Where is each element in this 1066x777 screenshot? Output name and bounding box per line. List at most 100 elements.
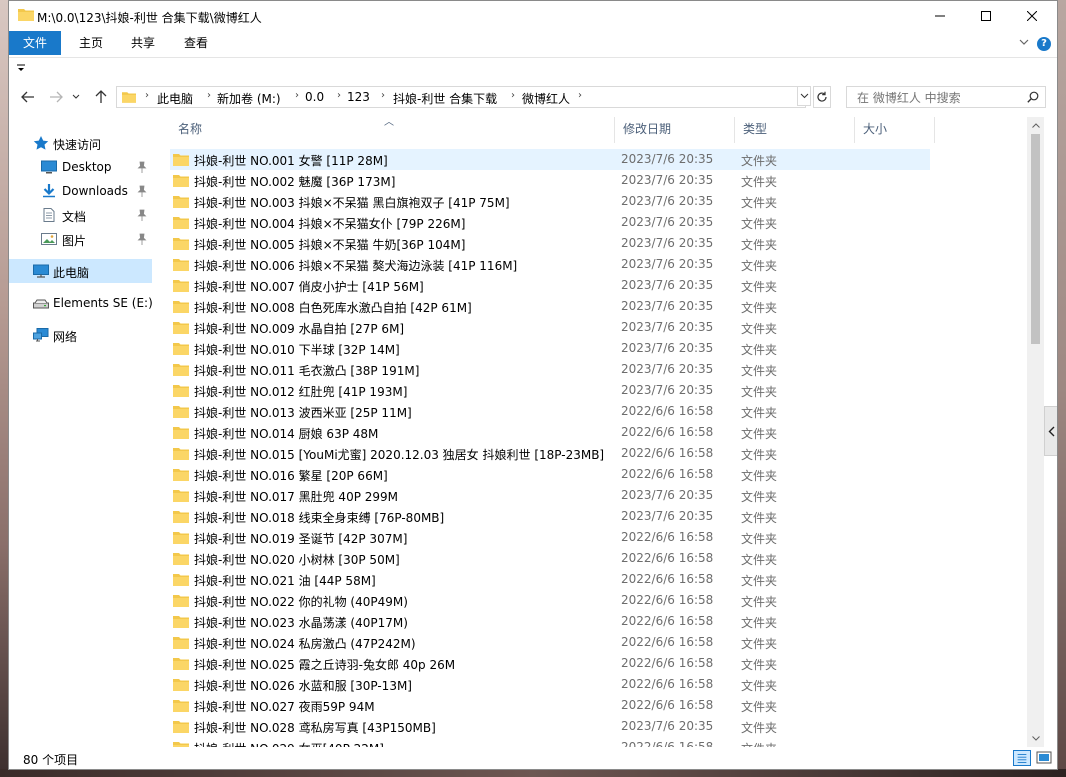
folder-icon [173,364,189,376]
table-row[interactable]: 抖娘-利世 NO.023 水晶荡漾 (40P17M) 2022/6/6 16:58… [170,611,930,632]
breadcrumb-drive[interactable]: 新加卷 (M:) [217,90,281,107]
table-row[interactable]: 抖娘-利世 NO.026 水蓝和服 [30P-13M] 2022/6/6 16:5… [170,674,930,695]
breadcrumb-folder-0-0[interactable]: 0.0 [305,90,324,104]
table-row[interactable]: 抖娘-利世 NO.021 油 [44P 58M] 2022/6/6 16:58 文件… [170,569,930,590]
tab-view[interactable]: 查看 [170,31,222,55]
table-row[interactable]: 抖娘-利世 NO.012 红肚兜 [41P 193M] 2023/7/6 20:3… [170,380,930,401]
breadcrumb-separator-icon[interactable]: › [337,90,341,101]
large-icons-view-icon[interactable] [1035,750,1053,766]
breadcrumb-folder-123[interactable]: 123 [347,90,370,104]
refresh-button[interactable] [813,86,831,108]
details-view-icon[interactable] [1013,750,1031,766]
table-row[interactable]: 抖娘-利世 NO.017 黑肚兜 40P 299M 2023/7/6 20:35 文… [170,485,930,506]
close-button[interactable] [1009,1,1055,31]
file-date: 2022/6/6 16:58 [621,467,714,481]
table-row[interactable]: 抖娘-利世 NO.002 魅魔 [36P 173M] 2023/7/6 20:35… [170,170,930,191]
title-bar[interactable]: M:\0.0\123\抖娘-利世 合集下载\微博红人 [9,1,1057,31]
tab-share[interactable]: 共享 [117,31,169,55]
sidebar-item-pictures[interactable]: 图片 [9,227,152,251]
table-row[interactable]: 抖娘-利世 NO.005 抖娘×不呆猫 牛奶[36P 104M] 2023/7/6… [170,233,930,254]
table-row[interactable]: 抖娘-利世 NO.001 女警 [11P 28M] 2023/7/6 20:35 文… [170,149,930,170]
pin-icon[interactable] [137,233,147,245]
folder-icon [173,259,189,271]
table-row[interactable]: 抖娘-利世 NO.022 你的礼物 (40P49M) 2022/6/6 16:58… [170,590,930,611]
table-row[interactable]: 抖娘-利世 NO.018 线束全身束缚 [76P-80MB] 2023/7/6 2… [170,506,930,527]
breadcrumb-this-pc[interactable]: 此电脑 [157,90,193,107]
address-dropdown-button[interactable] [797,86,811,106]
sidebar-item-this-pc[interactable]: 此电脑 [9,259,152,283]
table-row[interactable]: 抖娘-利世 NO.020 小树林 [30P 50M] 2022/6/6 16:58… [170,548,930,569]
breadcrumb-folder-collection[interactable]: 抖娘-利世 合集下载 [393,90,497,107]
table-row[interactable]: 抖娘-利世 NO.011 毛衣激凸 [38P 191M] 2023/7/6 20:… [170,359,930,380]
scrollbar-thumb[interactable] [1031,134,1040,344]
sidebar-item-quick-access[interactable]: 快速访问 [9,131,152,155]
table-row[interactable]: 抖娘-利世 NO.015 [YouMi尤蜜] 2020.12.03 独居女 抖娘… [170,443,930,464]
preview-pane-toggle[interactable] [1044,406,1057,456]
sidebar-item-elements-drive[interactable]: Elements SE (E:) [9,291,153,315]
table-row[interactable]: 抖娘-利世 NO.016 繁星 [20P 66M] 2022/6/6 16:58 文… [170,464,930,485]
pin-icon[interactable] [137,161,147,173]
table-row[interactable]: 抖娘-利世 NO.009 水晶自拍 [27P 6M] 2023/7/6 20:35… [170,317,930,338]
file-name: 抖娘-利世 NO.011 毛衣激凸 [38P 191M] [194,364,420,378]
folder-icon [173,406,189,418]
sidebar-item-downloads[interactable]: Downloads [9,179,152,203]
breadcrumb-separator-icon[interactable]: › [207,90,211,101]
help-icon[interactable]: ? [1037,37,1051,51]
pin-icon[interactable] [137,209,147,221]
back-button[interactable] [19,88,37,106]
table-row[interactable]: 抖娘-利世 NO.010 下半球 [32P 14M] 2023/7/6 20:35… [170,338,930,359]
tab-home[interactable]: 主页 [65,31,117,55]
table-row[interactable]: 抖娘-利世 NO.008 白色死库水激凸自拍 [42P 61M] 2023/7/6… [170,296,930,317]
breadcrumb-separator-icon[interactable]: › [511,90,515,101]
search-icon[interactable] [1027,91,1039,103]
file-list: ︿ 名称 修改日期 类型 大小 抖娘-利世 NO.001 女警 [11P 28M… [156,117,1026,747]
customize-toolbar-icon[interactable] [17,64,25,72]
search-box[interactable] [846,86,1046,108]
file-type: 文件夹 [741,301,778,315]
vertical-scrollbar[interactable] [1027,117,1044,747]
table-row[interactable]: 抖娘-利世 NO.029 女巫[40P 22M] 2022/6/6 16:58 文件… [170,737,930,747]
scroll-up-button[interactable] [1027,117,1044,134]
table-row[interactable]: 抖娘-利世 NO.027 夜雨59P 94M 2022/6/6 16:58 文件夹 [170,695,930,716]
scroll-down-button[interactable] [1027,730,1044,747]
sidebar-item-desktop[interactable]: Desktop [9,155,152,179]
forward-button[interactable] [47,88,65,106]
table-row[interactable]: 抖娘-利世 NO.019 圣诞节 [42P 307M] 2022/6/6 16:5… [170,527,930,548]
column-header-name[interactable]: 名称 [170,117,615,143]
desktop-wallpaper-bottom [0,769,1066,777]
table-row[interactable]: 抖娘-利世 NO.004 抖娘×不呆猫女仆 [79P 226M] 2023/7/6… [170,212,930,233]
file-date: 2022/6/6 16:58 [621,635,714,649]
folder-icon [173,532,189,544]
file-name: 抖娘-利世 NO.016 繁星 [20P 66M] [194,469,388,483]
table-row[interactable]: 抖娘-利世 NO.014 厨娘 63P 48M 2022/6/6 16:58 文件夹 [170,422,930,443]
table-row[interactable]: 抖娘-利世 NO.028 鸢私房写真 [43P150MB] 2023/7/6 20… [170,716,930,737]
tab-file[interactable]: 文件 [9,31,62,55]
breadcrumb-separator-icon[interactable]: › [578,90,582,101]
column-header-type[interactable]: 类型 [735,117,855,143]
column-header-date[interactable]: 修改日期 [615,117,735,143]
file-type: 文件夹 [741,679,778,693]
breadcrumb-separator-icon[interactable]: › [295,90,299,101]
file-type: 文件夹 [741,740,777,747]
search-input[interactable] [855,88,1029,108]
column-header-size[interactable]: 大小 [855,117,935,143]
file-name: 抖娘-利世 NO.002 魅魔 [36P 173M] [194,175,396,189]
pin-icon[interactable] [137,185,147,197]
breadcrumb-folder-current[interactable]: 微博红人 [522,90,570,107]
table-row[interactable]: 抖娘-利世 NO.003 抖娘×不呆猫 黑白旗袍双子 [41P 75M] 2023… [170,191,930,212]
address-bar[interactable]: › 此电脑 › 新加卷 (M:) › 0.0 › 123 › 抖娘-利世 合集下… [116,86,806,108]
table-row[interactable]: 抖娘-利世 NO.025 霞之丘诗羽-兔女郎 40p 26M 2022/6/6 1… [170,653,930,674]
table-row[interactable]: 抖娘-利世 NO.007 俏皮小护士 [41P 56M] 2023/7/6 20:… [170,275,930,296]
breadcrumb-separator-icon[interactable]: › [145,90,149,101]
table-row[interactable]: 抖娘-利世 NO.024 私房激凸 (47P242M) 2022/6/6 16:5… [170,632,930,653]
table-row[interactable]: 抖娘-利世 NO.006 抖娘×不呆猫 獒犬海边泳装 [41P 116M] 202… [170,254,930,275]
sidebar-item-network[interactable]: 网络 [9,323,152,347]
sidebar-item-documents[interactable]: 文档 [9,203,152,227]
recent-locations-button[interactable] [71,88,81,106]
expand-ribbon-icon[interactable] [1019,37,1029,47]
up-button[interactable] [92,88,110,106]
breadcrumb-separator-icon[interactable]: › [381,90,385,101]
maximize-button[interactable] [963,1,1009,31]
table-row[interactable]: 抖娘-利世 NO.013 波西米亚 [25P 11M] 2022/6/6 16:5… [170,401,930,422]
minimize-button[interactable] [917,1,963,31]
